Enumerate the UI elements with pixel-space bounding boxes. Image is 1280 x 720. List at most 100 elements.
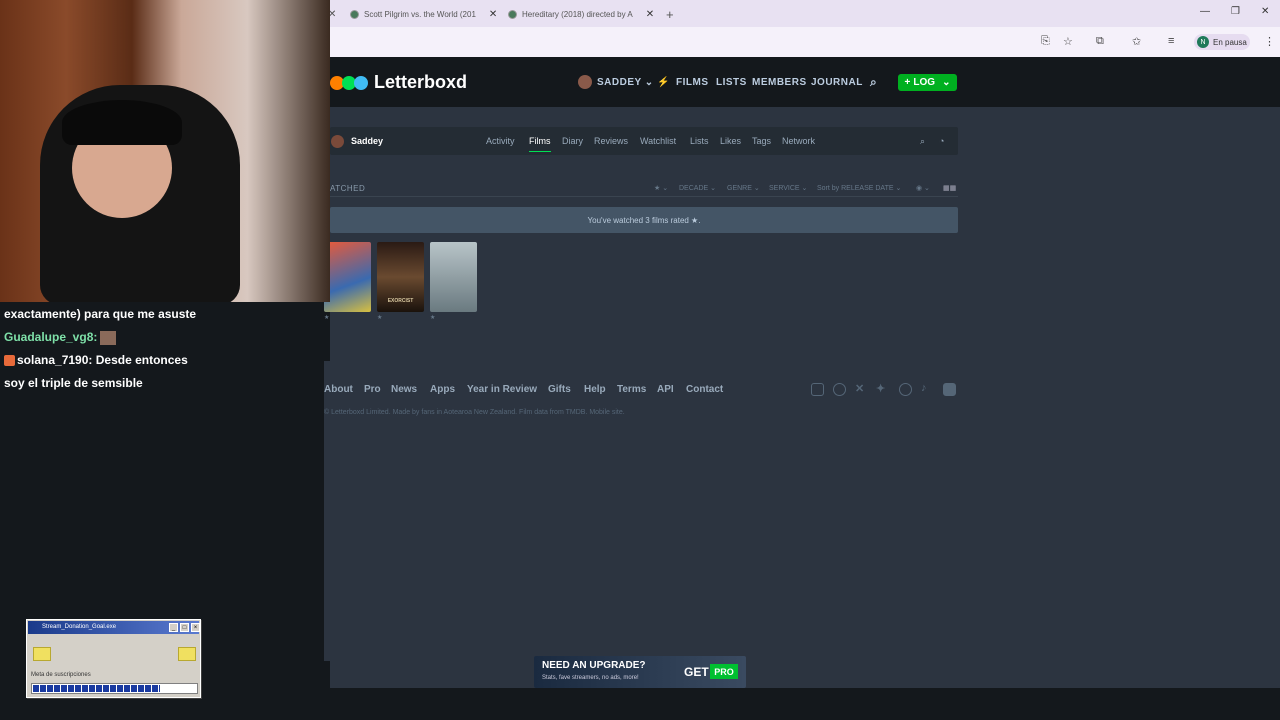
tab-favicon	[350, 9, 359, 19]
chat-message: soy el triple de semsible	[4, 372, 143, 395]
sort-filter[interactable]: Sort by RELEASE DATE ⌄	[817, 184, 901, 192]
nav-user-label: SADDEY	[597, 77, 642, 88]
footer-pro[interactable]: Pro	[364, 384, 381, 395]
rating-filter[interactable]: ★ ⌄	[654, 184, 668, 192]
profile-avatar: N	[1197, 36, 1209, 48]
chat-message: solana_7190: Desde entonces	[4, 349, 188, 372]
profile-button[interactable]: N En pausa	[1194, 34, 1250, 50]
footer-apps[interactable]: Apps	[430, 384, 455, 395]
film-poster[interactable]	[324, 242, 371, 312]
folder-icon	[178, 647, 196, 661]
facebook-icon[interactable]	[899, 383, 912, 396]
service-label: SERVICE	[769, 185, 800, 192]
tab-scott-pilgrim[interactable]: Scott Pilgrim vs. the World (201 ✕	[350, 6, 497, 22]
tab-network[interactable]: Network	[782, 136, 815, 146]
minimize-icon[interactable]: —	[1200, 6, 1210, 17]
folder-icon	[33, 647, 51, 661]
search-icon[interactable]: ⌕	[920, 136, 925, 147]
divider	[330, 196, 958, 197]
genre-label: GENRE	[727, 185, 752, 192]
footer-contact[interactable]: Contact	[686, 384, 723, 395]
threads-icon[interactable]	[833, 383, 846, 396]
tab-reviews[interactable]: Reviews	[594, 136, 628, 146]
genre-filter[interactable]: GENRE ⌄	[727, 184, 760, 192]
donation-goal-widget: Stream_Donation_Goal.exe _ □ × Meta de s…	[26, 619, 201, 698]
hair	[62, 100, 182, 145]
youtube-icon[interactable]	[943, 383, 956, 396]
x-icon[interactable]: ✕	[855, 382, 864, 395]
pro-upgrade-ad[interactable]: NEED AN UPGRADE? Stats, fave streamers, …	[534, 656, 746, 688]
service-filter[interactable]: SERVICE ⌄	[769, 184, 807, 192]
install-icon[interactable]: ⎘	[1041, 35, 1050, 48]
avatar[interactable]	[331, 135, 344, 148]
widget-label: Meta de suscripciones	[31, 672, 91, 678]
close-window-icon[interactable]: ✕	[1261, 6, 1269, 17]
close-icon[interactable]: ✕	[489, 9, 497, 20]
tab-lists[interactable]: Lists	[690, 136, 709, 146]
media-icon[interactable]: ≡	[1168, 35, 1174, 47]
log-button[interactable]: + LOG ⌄	[898, 74, 957, 91]
tiktok-icon[interactable]: ♪	[921, 382, 927, 394]
close-icon: ×	[191, 623, 200, 632]
footer-terms[interactable]: Terms	[617, 384, 646, 395]
goal-progress-bar	[31, 683, 198, 694]
new-tab-button[interactable]: +	[666, 6, 674, 22]
logo-text: Letterboxd	[374, 72, 468, 92]
grid-view-icon[interactable]: ▦▦	[943, 184, 956, 192]
chat-text: soy el triple de semsible	[4, 376, 143, 390]
footer-api[interactable]: API	[657, 384, 674, 395]
decade-filter[interactable]: DECADE ⌄	[679, 184, 716, 192]
chat-message: exactamente) para que me asuste	[4, 303, 196, 326]
tab-title: Hereditary (2018) directed by A	[522, 9, 633, 19]
log-label: LOG	[913, 77, 936, 88]
footer-about[interactable]: About	[324, 384, 353, 395]
tab-activity[interactable]: Activity	[486, 136, 515, 146]
avatar[interactable]	[578, 75, 592, 89]
restore-icon[interactable]: ❐	[1231, 6, 1240, 17]
tab-watchlist[interactable]: Watchlist	[640, 136, 676, 146]
eye-icon[interactable]: ◉ ⌄	[916, 184, 930, 192]
footer-news[interactable]: News	[391, 384, 417, 395]
chat-username: solana_7190:	[17, 353, 93, 367]
nav-lists[interactable]: LISTS	[716, 77, 747, 88]
profile-name[interactable]: Saddey	[351, 136, 383, 146]
film-poster[interactable]	[430, 242, 477, 312]
plus-icon: +	[904, 77, 911, 88]
nav-members[interactable]: MEMBERS	[752, 77, 807, 88]
close-icon[interactable]: ✕	[646, 9, 654, 20]
instagram-icon[interactable]	[811, 383, 824, 396]
chevron-down-icon: ⌄	[942, 77, 951, 88]
menu-icon[interactable]: ⋮	[1264, 35, 1275, 48]
sort-label: Sort by RELEASE DATE	[817, 185, 894, 192]
tab-likes[interactable]: Likes	[720, 136, 741, 146]
profile-subnav: Saddey Activity Films Diary Reviews Watc…	[330, 127, 958, 155]
nav-user[interactable]: SADDEY ⌄	[597, 77, 654, 88]
footer-year-in-review[interactable]: Year in Review	[467, 384, 537, 395]
activity-bolt-icon[interactable]: ⚡	[657, 77, 670, 88]
logo-dot-blue	[354, 75, 368, 90]
goal-progress-fill	[33, 685, 161, 692]
watched-notice: You've watched 3 films rated ★.	[330, 207, 958, 233]
nav-films[interactable]: FILMS	[676, 77, 709, 88]
ad-headline: NEED AN UPGRADE?	[542, 660, 646, 671]
extensions-icon[interactable]: ⧉	[1096, 35, 1104, 48]
footer-gifts[interactable]: Gifts	[548, 384, 571, 395]
bookmarks-icon[interactable]: ✩	[1132, 35, 1141, 48]
rss-icon[interactable]: ◔	[939, 136, 944, 146]
ad-subtext: Stats, fave streamers, no ads, more!	[542, 675, 639, 681]
tab-tags[interactable]: Tags	[752, 136, 771, 146]
bookmark-star-icon[interactable]: ☆	[1063, 35, 1073, 48]
footer	[324, 361, 1280, 661]
decade-label: DECADE	[679, 185, 709, 192]
tab-diary[interactable]: Diary	[562, 136, 583, 146]
chat-text: exactamente) para que me asuste	[4, 307, 197, 321]
search-icon[interactable]: ⌕	[870, 75, 877, 90]
bluesky-icon[interactable]: ✦	[876, 382, 885, 395]
nav-journal[interactable]: JOURNAL	[811, 77, 863, 88]
webcam-overlay	[0, 0, 330, 302]
tab-films[interactable]: Films	[529, 136, 551, 152]
tab-hereditary[interactable]: Hereditary (2018) directed by A ✕	[508, 6, 654, 22]
letterboxd-logo[interactable]: Letterboxd	[330, 72, 467, 93]
film-poster[interactable]: EXORCIST	[377, 242, 424, 312]
footer-help[interactable]: Help	[584, 384, 606, 395]
